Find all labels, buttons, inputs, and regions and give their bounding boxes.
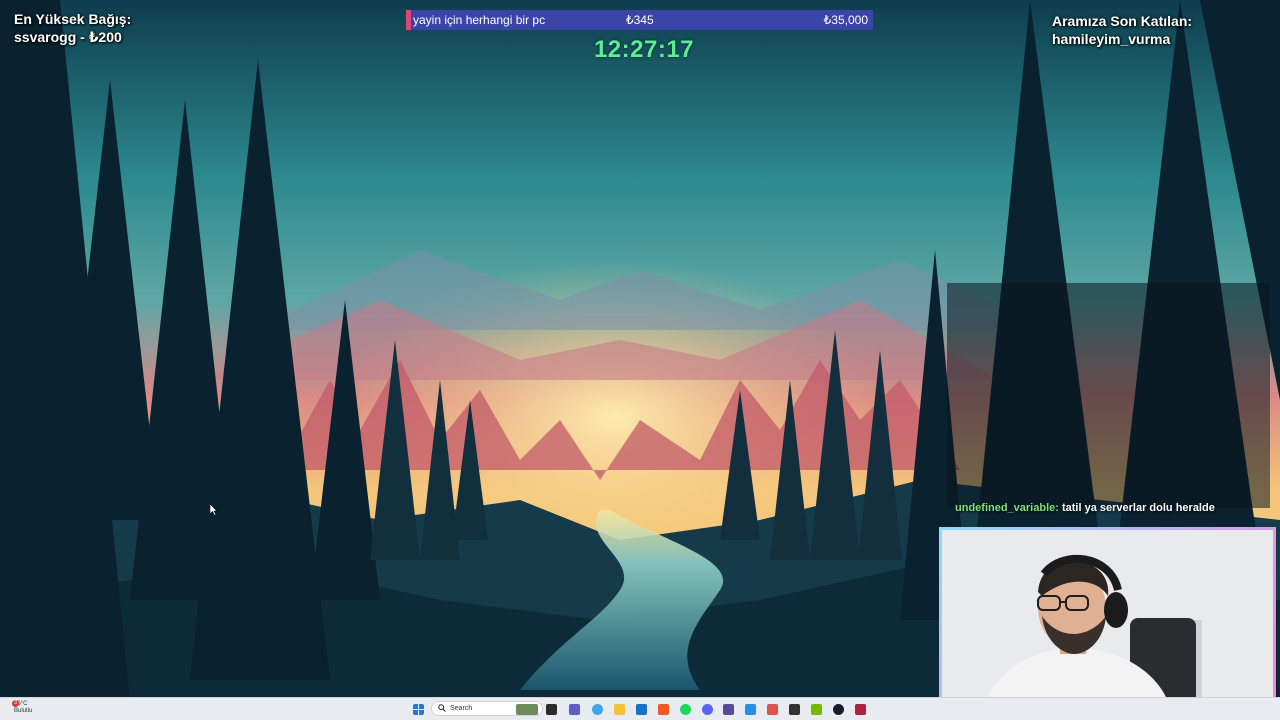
discord-icon[interactable] <box>702 704 713 715</box>
goal-target-amount: ₺35,000 <box>823 13 868 27</box>
app-icon[interactable] <box>855 704 866 715</box>
vscode-icon[interactable] <box>745 704 756 715</box>
brave-icon[interactable] <box>658 704 669 715</box>
chat-username: undefined_variable: <box>955 502 1059 514</box>
copilot-icon[interactable] <box>592 704 603 715</box>
goal-current-amount: ₺345 <box>626 13 654 27</box>
windows-start-icon[interactable] <box>413 704 424 715</box>
obs-icon[interactable] <box>833 704 844 715</box>
goal-title: yayin için herhangi bir pc <box>413 13 546 27</box>
weather-badge: 3 <box>12 700 19 707</box>
webcam-frame <box>939 527 1276 717</box>
file-explorer-icon[interactable] <box>614 704 625 715</box>
donation-goal-bar: yayin için herhangi bir pc ₺345 ₺35,000 <box>406 10 873 30</box>
mouse-cursor-icon <box>210 504 218 516</box>
teams-icon[interactable] <box>569 704 580 715</box>
search-icon <box>438 704 446 712</box>
widgets-icon[interactable] <box>516 704 538 715</box>
streamer-webcam-image <box>942 530 1273 714</box>
terminal-icon[interactable] <box>767 704 778 715</box>
weather-widget[interactable]: 3 16°C Bulutlu <box>12 700 33 715</box>
goal-progress-fill <box>406 10 411 30</box>
top-donor-heading: En Yüksek Bağış: <box>14 11 132 27</box>
top-donor-widget: En Yüksek Bağış: ssvarogg - ₺200 <box>14 10 131 46</box>
chat-panel <box>947 283 1270 508</box>
recent-follower-value: hamileyim_vurma <box>1052 31 1171 47</box>
top-donor-value: ssvarogg - ₺200 <box>14 29 122 45</box>
task-view-icon[interactable] <box>546 704 557 715</box>
nvidia-icon[interactable] <box>811 704 822 715</box>
search-label: Search <box>450 705 473 712</box>
outlook-icon[interactable] <box>636 704 647 715</box>
spotify-icon[interactable] <box>680 704 691 715</box>
recent-follower-heading: Aramıza Son Katılan: <box>1052 13 1193 29</box>
weather-desc: Bulutlu <box>14 708 33 714</box>
stream-clock: 12:27:17 <box>593 36 695 63</box>
chat-text: tatil ya serverlar dolu heralde <box>1058 502 1215 514</box>
git-icon[interactable] <box>723 704 734 715</box>
chat-message: undefined_variable: tatil ya serverlar d… <box>955 502 1215 514</box>
xampp-icon[interactable] <box>789 704 800 715</box>
recent-follower-widget: Aramıza Son Katılan: hamileyim_vurma <box>1052 12 1192 48</box>
